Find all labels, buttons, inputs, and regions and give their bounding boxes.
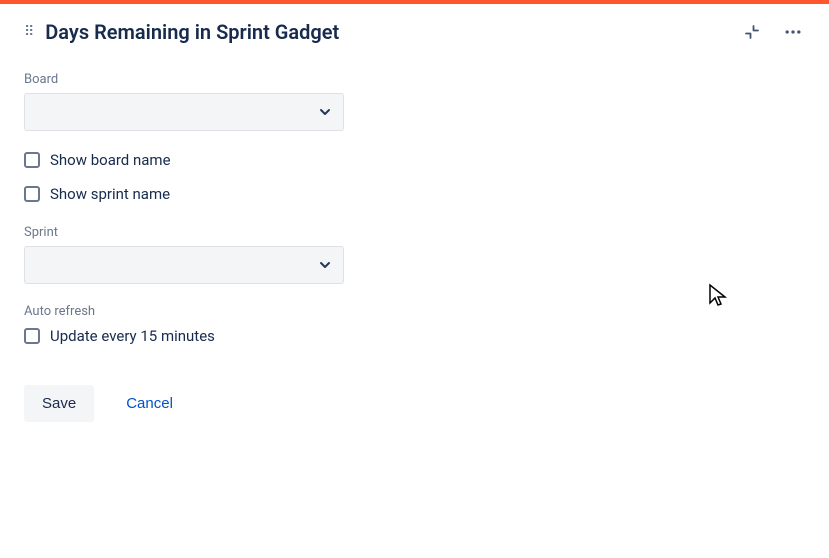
more-actions-button[interactable]: [781, 20, 805, 44]
auto-refresh-option-row: Update every 15 minutes: [24, 327, 805, 345]
sprint-label: Sprint: [24, 225, 805, 240]
board-select[interactable]: [24, 93, 344, 131]
sprint-select[interactable]: [24, 246, 344, 284]
cancel-button[interactable]: Cancel: [122, 385, 177, 422]
auto-refresh-checkbox[interactable]: [24, 328, 40, 344]
show-sprint-name-checkbox[interactable]: [24, 186, 40, 202]
gadget-config-panel: ⠿ Days Remaining in Sprint Gadget Board: [0, 4, 829, 446]
gadget-title: Days Remaining in Sprint Gadget: [45, 20, 339, 44]
chevron-down-icon: [317, 257, 333, 273]
show-board-name-checkbox[interactable]: [24, 152, 40, 168]
chevron-down-icon: [317, 104, 333, 120]
board-field: Board: [24, 72, 805, 131]
show-board-name-row: Show board name: [24, 151, 805, 169]
show-board-name-label: Show board name: [50, 151, 171, 169]
show-sprint-name-label: Show sprint name: [50, 185, 170, 203]
gadget-header: ⠿ Days Remaining in Sprint Gadget: [24, 20, 805, 44]
auto-refresh-option-label: Update every 15 minutes: [50, 327, 215, 345]
gadget-header-actions: [741, 20, 805, 44]
save-button[interactable]: Save: [24, 385, 94, 422]
gadget-header-left: ⠿ Days Remaining in Sprint Gadget: [24, 20, 339, 44]
drag-handle-icon[interactable]: ⠿: [24, 25, 35, 39]
sprint-field: Sprint: [24, 225, 805, 284]
auto-refresh-label: Auto refresh: [24, 304, 805, 319]
show-sprint-name-row: Show sprint name: [24, 185, 805, 203]
board-label: Board: [24, 72, 805, 87]
minimize-button[interactable]: [741, 21, 763, 43]
auto-refresh-field: Auto refresh Update every 15 minutes: [24, 304, 805, 345]
form-actions: Save Cancel: [24, 385, 805, 422]
minimize-icon: [743, 23, 761, 41]
more-horizontal-icon: [783, 22, 803, 42]
